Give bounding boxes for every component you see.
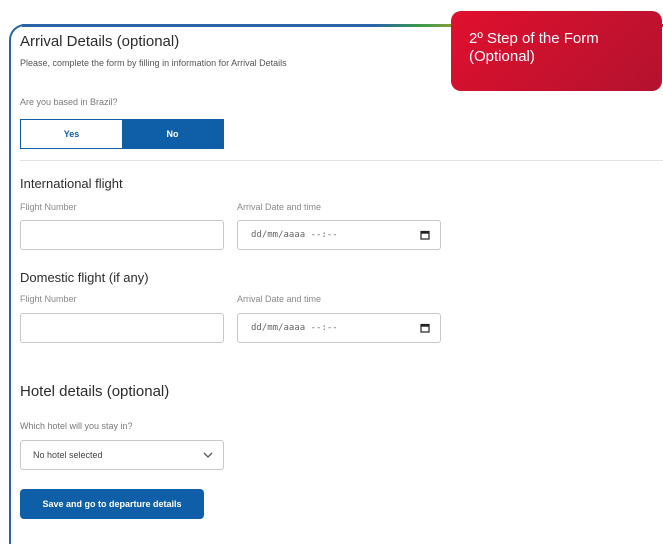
- international-flight-number-label: Flight Number: [20, 202, 77, 212]
- hotel-select[interactable]: No hotel selected: [20, 440, 224, 470]
- hotel-title: Hotel details (optional): [20, 383, 170, 400]
- step-callout-line1: 2º Step of the Form: [469, 30, 599, 47]
- calendar-icon[interactable]: [420, 230, 430, 240]
- domestic-flight-title: Domestic flight (if any): [20, 270, 149, 285]
- hotel-selected-value: No hotel selected: [33, 450, 103, 460]
- brazil-no-button[interactable]: No: [122, 120, 223, 148]
- brazil-yes-button[interactable]: Yes: [21, 120, 122, 148]
- arrival-title: Arrival Details (optional): [20, 33, 180, 50]
- save-and-continue-button[interactable]: Save and go to departure details: [20, 489, 204, 519]
- domestic-flight-number-label: Flight Number: [20, 294, 77, 304]
- domestic-flight-number-input[interactable]: [20, 313, 224, 343]
- hotel-question: Which hotel will you stay in?: [20, 421, 133, 431]
- international-flight-title: International flight: [20, 176, 123, 191]
- international-arrival-date-input[interactable]: dd/mm/aaaa --:--: [237, 220, 441, 250]
- international-arrival-date-label: Arrival Date and time: [237, 202, 322, 212]
- domestic-arrival-date-input[interactable]: dd/mm/aaaa --:--: [237, 313, 441, 343]
- chevron-down-icon: [203, 452, 213, 458]
- domestic-arrival-date-value: dd/mm/aaaa --:--: [251, 323, 338, 333]
- arrival-subtitle: Please, complete the form by filling in …: [20, 58, 287, 68]
- brazil-question: Are you based in Brazil?: [20, 97, 118, 107]
- section-divider: [20, 160, 663, 161]
- step-callout-line2: (Optional): [469, 48, 535, 65]
- international-flight-number-input[interactable]: [20, 220, 224, 250]
- brazil-toggle: Yes No: [20, 119, 224, 149]
- calendar-icon[interactable]: [420, 323, 430, 333]
- domestic-arrival-date-label: Arrival Date and time: [237, 294, 322, 304]
- step-callout: 2º Step of the Form (Optional): [451, 11, 662, 91]
- international-arrival-date-value: dd/mm/aaaa --:--: [251, 230, 338, 240]
